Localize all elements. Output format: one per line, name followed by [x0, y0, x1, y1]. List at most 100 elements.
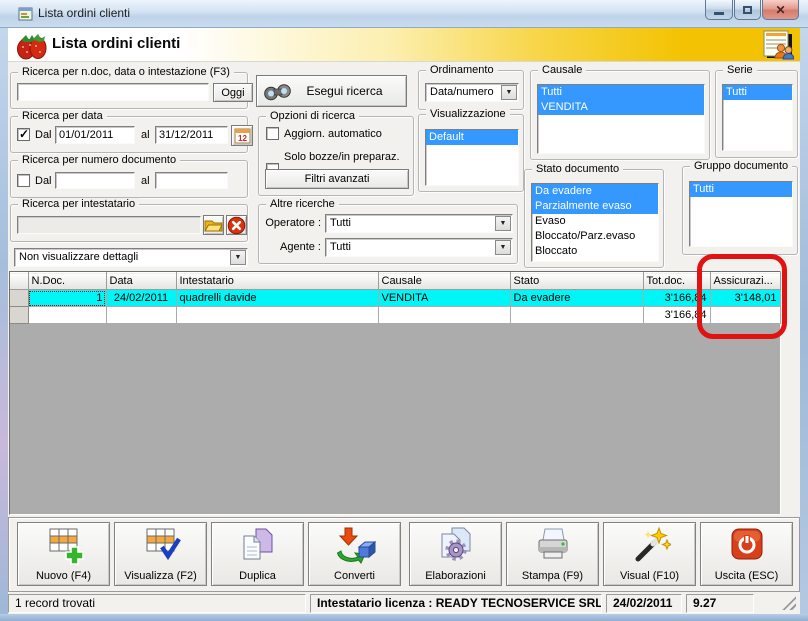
- list-item[interactable]: VENDITA: [538, 100, 704, 115]
- app-window: Lista ordini clienti ✕ Lista ordini clie…: [0, 0, 808, 621]
- operator-combobox-value: Tutti: [330, 217, 351, 229]
- holder-clear-button[interactable]: [226, 215, 247, 235]
- converti-button[interactable]: Converti: [308, 522, 401, 586]
- date-al-label: al: [141, 129, 150, 141]
- maximize-button[interactable]: [734, 0, 761, 20]
- duplicate-document-icon: [238, 526, 278, 571]
- cell-causale[interactable]: VENDITA: [378, 289, 511, 307]
- nuovo-button[interactable]: Nuovo (F4): [17, 522, 110, 586]
- column-header-stato[interactable]: Stato: [510, 272, 644, 290]
- group-other-search: Altre ricerche Operatore : Tutti ▼ Agent…: [258, 198, 518, 264]
- customer-list-icon[interactable]: [761, 30, 795, 65]
- number-filter-checkbox[interactable]: [17, 174, 30, 187]
- minimize-button[interactable]: [705, 0, 733, 20]
- group-doc-status-legend: Stato documento: [532, 163, 624, 175]
- cell-ndoc[interactable]: 1: [28, 289, 107, 307]
- calendar-button[interactable]: 12: [231, 125, 253, 146]
- row-selector-cell[interactable]: [10, 289, 29, 307]
- duplica-button[interactable]: Duplica: [211, 522, 304, 586]
- group-search-doc: Ricerca per n.doc, data o intestazione (…: [10, 66, 253, 109]
- date-filter-checkbox[interactable]: [17, 127, 30, 141]
- group-series: Serie Tutti: [715, 64, 798, 158]
- power-icon: [729, 526, 765, 569]
- chevron-down-icon[interactable]: ▼: [230, 250, 246, 265]
- number-dal-label: Dal: [35, 175, 52, 187]
- date-from-input[interactable]: [55, 126, 135, 144]
- chevron-down-icon[interactable]: ▼: [495, 240, 511, 255]
- number-from-input[interactable]: [55, 172, 135, 189]
- advanced-filters-button[interactable]: Filtri avanzati: [265, 169, 409, 189]
- list-item[interactable]: Tutti: [690, 182, 792, 197]
- sorting-combobox-value: Data/numero: [430, 86, 494, 98]
- group-search-options: Opzioni di ricerca Aggiorn. automatico S…: [258, 110, 414, 196]
- annotation-highlight: [697, 254, 787, 339]
- doc-status-listbox: Da evadere Parzialmente evaso Evaso Bloc…: [531, 183, 659, 262]
- visual-button[interactable]: Visual (F10): [603, 522, 696, 586]
- maximize-icon: [743, 5, 752, 14]
- list-item[interactable]: Da evadere: [532, 184, 658, 199]
- totals-row: 3'166,84: [10, 306, 781, 324]
- table-row[interactable]: 1 24/02/2011 quadrelli davide VENDITA Da…: [10, 289, 781, 307]
- sorting-combobox[interactable]: Data/numero ▼: [425, 83, 519, 102]
- list-item[interactable]: Parzialmente evaso: [532, 199, 658, 214]
- uscita-button[interactable]: Uscita (ESC): [700, 522, 793, 586]
- chevron-down-icon[interactable]: ▼: [495, 216, 511, 231]
- list-item[interactable]: Bloccato/Parz.evaso: [532, 229, 658, 244]
- number-al-label: al: [141, 175, 150, 187]
- group-search-date: Ricerca per data Dal al 12: [10, 110, 253, 153]
- oggi-button[interactable]: Oggi: [213, 83, 253, 102]
- run-search-button[interactable]: Esegui ricerca: [256, 75, 407, 107]
- column-header-data[interactable]: Data: [106, 272, 177, 290]
- close-icon: ✕: [775, 2, 786, 17]
- auto-update-checkbox[interactable]: [266, 127, 279, 140]
- list-item[interactable]: Tutti: [723, 85, 792, 100]
- grid-corner-cell: [10, 272, 29, 290]
- run-search-label: Esegui ricerca: [306, 84, 383, 98]
- group-sorting: Ordinamento Data/numero ▼: [418, 64, 524, 110]
- list-item[interactable]: Bloccato: [532, 244, 658, 259]
- group-doc-group: Gruppo documento Tutti: [682, 160, 798, 255]
- stampa-button[interactable]: Stampa (F9): [506, 522, 599, 586]
- list-item[interactable]: Evaso: [532, 214, 658, 229]
- strawberry-icon: [14, 30, 50, 66]
- chevron-down-icon[interactable]: ▼: [501, 85, 517, 100]
- grid-header-row: N.Doc. Data Intestatario Causale Stato T…: [10, 272, 781, 290]
- calendar-icon: 12: [234, 128, 250, 144]
- svg-text:12: 12: [238, 134, 247, 143]
- license-holder: Intestatario licenza : READY TECNOSERVIC…: [310, 594, 602, 613]
- agent-combobox[interactable]: Tutti ▼: [325, 238, 513, 257]
- cell-stato[interactable]: Da evadere: [510, 289, 644, 307]
- elaborazioni-button[interactable]: Elaborazioni: [409, 522, 502, 586]
- details-combobox[interactable]: Non visualizzare dettagli ▼: [14, 248, 248, 267]
- details-combobox-value: Non visualizzare dettagli: [19, 251, 139, 263]
- window-border-bottom: [0, 614, 808, 621]
- list-item[interactable]: Tutti: [538, 85, 704, 100]
- group-doc-group-legend: Gruppo documento: [690, 160, 793, 172]
- search-doc-input[interactable]: [17, 83, 209, 101]
- resize-grip[interactable]: [782, 596, 796, 610]
- list-item[interactable]: Default: [426, 130, 518, 145]
- group-search-date-legend: Ricerca per data: [18, 110, 107, 122]
- convert-arrows-icon: [334, 526, 376, 571]
- group-search-number-legend: Ricerca per numero documento: [18, 154, 181, 166]
- column-header-causale[interactable]: Causale: [378, 272, 511, 290]
- date-dal-label: Dal: [35, 129, 52, 141]
- operator-combobox[interactable]: Tutti ▼: [325, 214, 513, 233]
- visualizza-button[interactable]: Visualizza (F2): [114, 522, 207, 586]
- group-search-holder: Ricerca per intestatario: [10, 198, 248, 242]
- holder-input[interactable]: [17, 216, 201, 234]
- number-to-input[interactable]: [155, 172, 228, 189]
- cell-data[interactable]: 24/02/2011: [106, 289, 177, 307]
- holder-browse-button[interactable]: [203, 215, 224, 235]
- records-count: 1 record trovati: [8, 594, 306, 613]
- date-to-input[interactable]: [155, 126, 228, 144]
- column-header-intestatario[interactable]: Intestatario: [176, 272, 379, 290]
- close-button[interactable]: ✕: [762, 0, 799, 20]
- column-header-ndoc[interactable]: N.Doc.: [28, 272, 107, 290]
- magic-wand-icon: [629, 526, 673, 571]
- binoculars-icon: [264, 84, 292, 104]
- clear-red-x-icon: [227, 216, 246, 234]
- status-time: 9.27: [686, 594, 754, 613]
- row-selector-cell: [10, 306, 29, 324]
- cell-intestatario[interactable]: quadrelli davide: [176, 289, 379, 307]
